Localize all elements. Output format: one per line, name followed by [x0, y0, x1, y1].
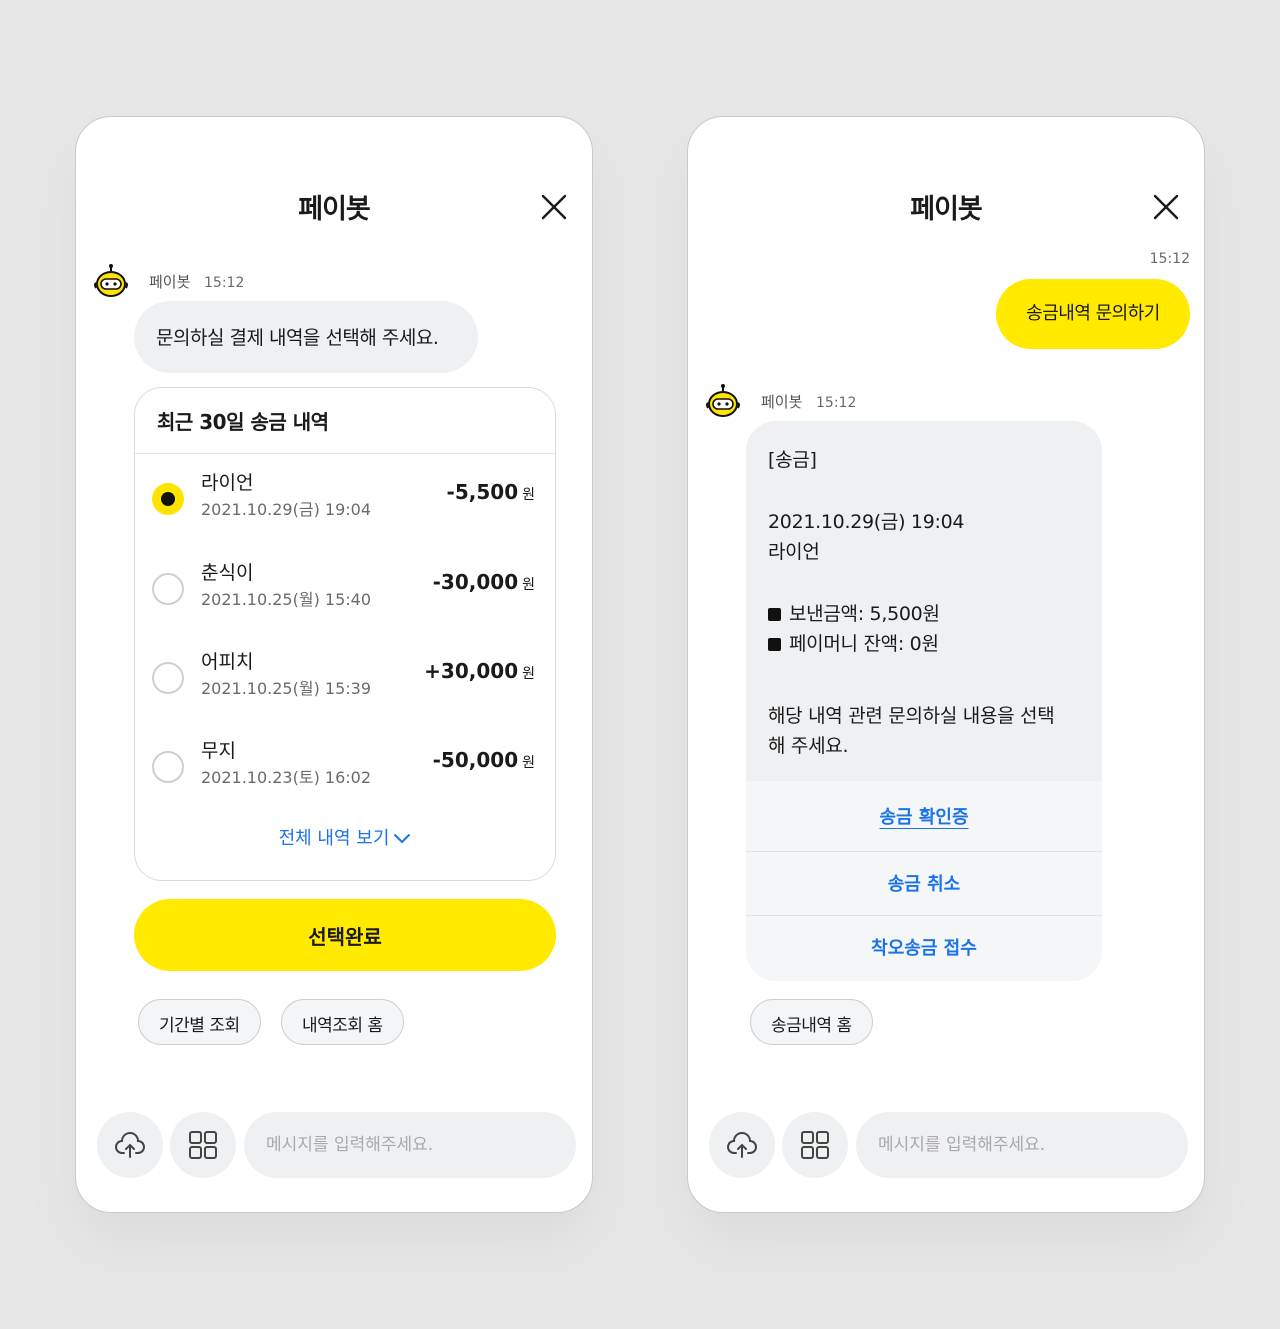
transaction-name: 라이언 — [201, 472, 254, 494]
paybot-avatar-icon — [706, 384, 740, 417]
chat-screen-transaction-select: 페이봇 페이봇 15:12 문의하실 결제 내역을 선택해 주세요. 최근 30… — [75, 116, 593, 1213]
grid-menu-icon — [801, 1131, 829, 1159]
chevron-down-icon — [394, 834, 411, 844]
card-title: 최근 30일 송금 내역 — [135, 388, 555, 454]
info-actions: 송금 확인증 송금 취소 착오송금 접수 — [746, 781, 1102, 981]
transaction-name: 무지 — [201, 740, 236, 762]
page-title: 페이봇 — [298, 194, 371, 225]
radio-button[interactable] — [152, 662, 184, 694]
transaction-date: 2021.10.29(금) 19:04 — [201, 500, 372, 519]
confirm-selection-button[interactable]: 선택완료 — [134, 899, 556, 971]
info-tag: [송금] — [768, 449, 817, 471]
radio-button[interactable] — [152, 751, 184, 783]
grid-menu-icon — [189, 1131, 217, 1159]
bot-name: 페이봇 — [149, 273, 191, 291]
info-sent-amount: 보낸금액: 5,500원 — [768, 599, 940, 626]
bullet-square — [768, 638, 781, 651]
cancel-transfer-button[interactable]: 송금 취소 — [746, 852, 1102, 918]
info-recipient: 라이언 — [768, 541, 820, 563]
transaction-date: 2021.10.23(토) 16:02 — [201, 768, 372, 787]
close-icon — [541, 194, 567, 220]
transaction-row[interactable]: 어피치 2021.10.25(월) 15:39 +30,000 원 — [135, 639, 555, 709]
info-balance: 페이머니 잔액: 0원 — [768, 629, 939, 656]
paybot-avatar-icon — [94, 264, 128, 297]
upload-icon — [727, 1132, 757, 1158]
transfer-info-card: [송금] 2021.10.29(금) 19:04 라이언 보낸금액: 5,500… — [746, 421, 1102, 981]
message-time: 15:12 — [204, 275, 245, 291]
upload-icon — [115, 1132, 145, 1158]
message-time: 15:12 — [1149, 251, 1190, 267]
chip-transfer-home[interactable]: 송금내역 홈 — [750, 999, 873, 1045]
close-button[interactable] — [536, 189, 572, 225]
transaction-amount: -50,000 원 — [432, 748, 535, 772]
info-prompt: 해 주세요. — [768, 735, 849, 757]
upload-button[interactable] — [97, 1112, 163, 1178]
transaction-amount: +30,000 원 — [424, 659, 535, 683]
transaction-name: 춘식이 — [201, 562, 254, 584]
radio-button[interactable] — [152, 573, 184, 605]
paybot-avatar — [704, 383, 742, 421]
close-icon — [1153, 194, 1179, 220]
transaction-row[interactable]: 라이언 2021.10.29(금) 19:04 -5,500 원 — [135, 460, 555, 530]
bot-message-bubble: 문의하실 결제 내역을 선택해 주세요. — [134, 301, 478, 373]
transaction-date: 2021.10.25(월) 15:39 — [201, 679, 372, 698]
info-datetime: 2021.10.29(금) 19:04 — [768, 511, 965, 533]
radio-selected[interactable] — [152, 483, 184, 515]
transaction-amount: -30,000 원 — [432, 570, 535, 594]
chip-history-home[interactable]: 내역조회 홈 — [281, 999, 404, 1045]
transaction-name: 어피치 — [201, 651, 254, 673]
mistaken-transfer-button[interactable]: 착오송금 접수 — [746, 916, 1102, 981]
upload-button[interactable] — [709, 1112, 775, 1178]
transfer-receipt-button[interactable]: 송금 확인증 — [746, 785, 1102, 851]
paybot-avatar — [92, 263, 130, 301]
menu-button[interactable] — [782, 1112, 848, 1178]
close-button[interactable] — [1148, 189, 1184, 225]
view-all-link[interactable]: 전체 내역 보기 — [135, 824, 555, 850]
user-message-bubble: 송금내역 문의하기 — [996, 279, 1190, 349]
transaction-list-card: 최근 30일 송금 내역 라이언 2021.10.29(금) 19:04 -5,… — [134, 387, 556, 881]
message-input[interactable]: 메시지를 입력해주세요. — [856, 1112, 1188, 1178]
page-title: 페이봇 — [910, 194, 983, 225]
transaction-row[interactable]: 춘식이 2021.10.25(월) 15:40 -30,000 원 — [135, 550, 555, 620]
transaction-row[interactable]: 무지 2021.10.23(토) 16:02 -50,000 원 — [135, 728, 555, 798]
message-input[interactable]: 메시지를 입력해주세요. — [244, 1112, 576, 1178]
transaction-amount: -5,500 원 — [446, 480, 535, 504]
bot-name: 페이봇 — [761, 393, 803, 411]
message-time: 15:12 — [816, 395, 857, 411]
chip-period-search[interactable]: 기간별 조회 — [138, 999, 261, 1045]
menu-button[interactable] — [170, 1112, 236, 1178]
info-prompt: 해당 내역 관련 문의하실 내용을 선택 — [768, 705, 1055, 727]
bullet-square — [768, 608, 781, 621]
chat-screen-transfer-inquiry: 페이봇 15:12 송금내역 문의하기 페이봇 15:12 [송금] 2021.… — [687, 116, 1205, 1213]
transaction-date: 2021.10.25(월) 15:40 — [201, 590, 372, 609]
